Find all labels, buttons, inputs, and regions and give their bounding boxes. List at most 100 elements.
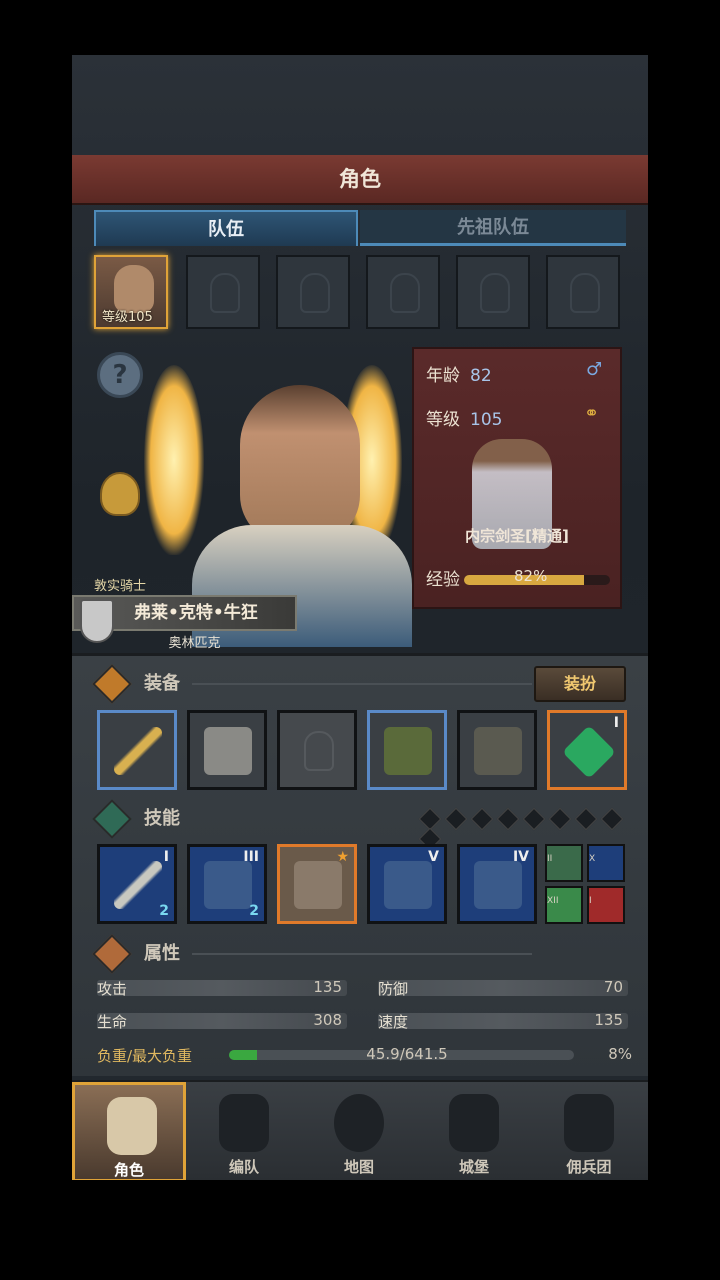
team-slot-1[interactable]: 等级105: [94, 255, 168, 329]
class-name: 内宗剑圣[精通]: [465, 527, 569, 545]
skill-4[interactable]: V: [367, 844, 447, 924]
skills-grid: I2 III 2 ★ V IV II X XII I: [97, 844, 627, 924]
stat-speed: 速度 135: [378, 1011, 628, 1031]
divider: [192, 953, 532, 955]
compass-map-icon: [334, 1094, 384, 1152]
empty-helmet-icon: [570, 273, 600, 313]
equipment-label: 装备: [144, 673, 180, 694]
equip-helmet-empty[interactable]: [277, 710, 357, 790]
equip-gauntlet[interactable]: [187, 710, 267, 790]
stat-defense: 防御 70: [378, 978, 628, 998]
passive-tier: X: [589, 854, 596, 864]
skills-header: 技能: [92, 799, 632, 851]
passive-strike-icon[interactable]: X: [587, 844, 625, 882]
skill-tier: I: [163, 849, 169, 865]
attributes-header: 属性: [92, 934, 632, 974]
age-label: 年龄: [426, 366, 460, 386]
stat-label: 攻击: [97, 980, 128, 998]
skill-2[interactable]: III 2: [187, 844, 267, 924]
hero-name-bar: 弗莱•克特•牛狂: [72, 595, 297, 643]
crystal-arrow-icon: [294, 861, 342, 909]
crest-shield-icon: [80, 599, 114, 643]
stat-attack: 攻击 135: [97, 978, 347, 998]
divider: [192, 683, 532, 685]
attribute-emblem-icon: [92, 934, 132, 974]
equip-armor[interactable]: [367, 710, 447, 790]
equipment-grid: I: [97, 710, 627, 790]
hero-head: [240, 385, 360, 545]
tab-team[interactable]: 队伍: [94, 210, 358, 246]
star-icon: ★: [336, 849, 349, 865]
team-slot-4[interactable]: [366, 255, 440, 329]
age-value: 82: [470, 366, 492, 386]
stat-label: 生命: [97, 1013, 128, 1031]
hero-panel: ? 敦实骑士 弗莱•克特•牛狂 奥林匹克 年龄 82 ♂ 等级 105 ⚭ 内宗剑圣…: [72, 337, 648, 651]
passive-tier: XII: [547, 896, 559, 906]
skills-label: 技能: [144, 808, 180, 829]
gem-tier: I: [613, 715, 619, 731]
knight-icon: [107, 1097, 157, 1155]
team-slots: 等级105: [94, 252, 626, 332]
nav-label: 编队: [228, 1158, 259, 1176]
team-slot-6[interactable]: [546, 255, 620, 329]
dress-up-button[interactable]: 装扮: [534, 666, 626, 702]
nav-map[interactable]: 地图: [302, 1082, 416, 1180]
team-slot-3[interactable]: [276, 255, 350, 329]
strike-icon: [204, 861, 252, 909]
skill-1[interactable]: I2: [97, 844, 177, 924]
details-panel: 装备 装扮 I 技能 I2 III 2 ★ V IV II X XII I 属性…: [72, 653, 648, 1076]
boots-icon: [474, 727, 522, 775]
passive-shield-icon[interactable]: II: [545, 844, 583, 882]
stat-load: 负重/最大负重 45.9/641.5 8%: [97, 1045, 632, 1065]
crystal-strike-icon: [474, 861, 522, 909]
team-slot-5[interactable]: [456, 255, 530, 329]
potion-bag-icon[interactable]: [100, 472, 140, 516]
tab-bar: 队伍 先祖队伍: [94, 210, 626, 246]
title-bar: 角色: [72, 155, 648, 205]
exp-percent: 82%: [514, 567, 548, 585]
tab-ancestor-team[interactable]: 先祖队伍: [360, 210, 626, 246]
skill-tier: IV: [512, 849, 529, 865]
mercenary-banner-icon: [564, 1094, 614, 1152]
team-slot-2[interactable]: [186, 255, 260, 329]
skill-badge: 2: [159, 903, 169, 919]
nav-mercenary[interactable]: 佣兵团: [532, 1082, 646, 1180]
help-icon[interactable]: ?: [97, 352, 143, 398]
slot-level: 等级105: [102, 310, 153, 325]
empty-helmet-icon: [300, 273, 330, 313]
nav-label: 地图: [343, 1158, 374, 1176]
empty-helmet-icon: [304, 731, 334, 771]
stat-label: 防御: [378, 980, 409, 998]
page-title: 角色: [339, 167, 381, 191]
load-bar-fill: [229, 1050, 257, 1060]
game-window: 角色 队伍 先祖队伍 等级105 ? 敦实骑士 弗莱•克特•牛狂 奥林匹克 年龄…: [72, 55, 648, 1180]
empty-helmet-icon: [390, 273, 420, 313]
skill-3[interactable]: ★: [277, 844, 357, 924]
skill-5[interactable]: IV: [457, 844, 537, 924]
sword-icon: [114, 727, 162, 775]
skill-tier: V: [428, 849, 439, 865]
passive-tier: II: [547, 854, 553, 864]
gauntlet-icon: [204, 727, 252, 775]
stat-value: 70: [603, 978, 623, 996]
equip-gem[interactable]: I: [547, 710, 627, 790]
passive-sword-icon[interactable]: I: [587, 886, 625, 924]
nav-castle[interactable]: 城堡: [417, 1082, 531, 1180]
passive-tier: I: [589, 896, 592, 906]
stat-value: 135: [594, 1011, 623, 1029]
level-row: 等级 105: [426, 405, 502, 430]
hero-info-card: 年龄 82 ♂ 等级 105 ⚭ 内宗剑圣[精通] 经验 82%: [412, 347, 622, 609]
rank-title: 敦实骑士: [94, 579, 147, 594]
equip-sword[interactable]: [97, 710, 177, 790]
equip-boots[interactable]: [457, 710, 537, 790]
crystal-sword-icon: [384, 861, 432, 909]
bottom-nav: 角色 编队 地图 城堡 佣兵团: [72, 1080, 648, 1180]
passive-claw-icon[interactable]: XII: [545, 886, 583, 924]
helmet-icon: [219, 1094, 269, 1152]
empty-helmet-icon: [480, 273, 510, 313]
stat-value: 135: [313, 978, 342, 996]
nav-formation[interactable]: 编队: [187, 1082, 301, 1180]
level-label: 等级: [426, 410, 460, 430]
nav-character[interactable]: 角色: [72, 1082, 186, 1180]
stat-label: 速度: [378, 1013, 409, 1031]
